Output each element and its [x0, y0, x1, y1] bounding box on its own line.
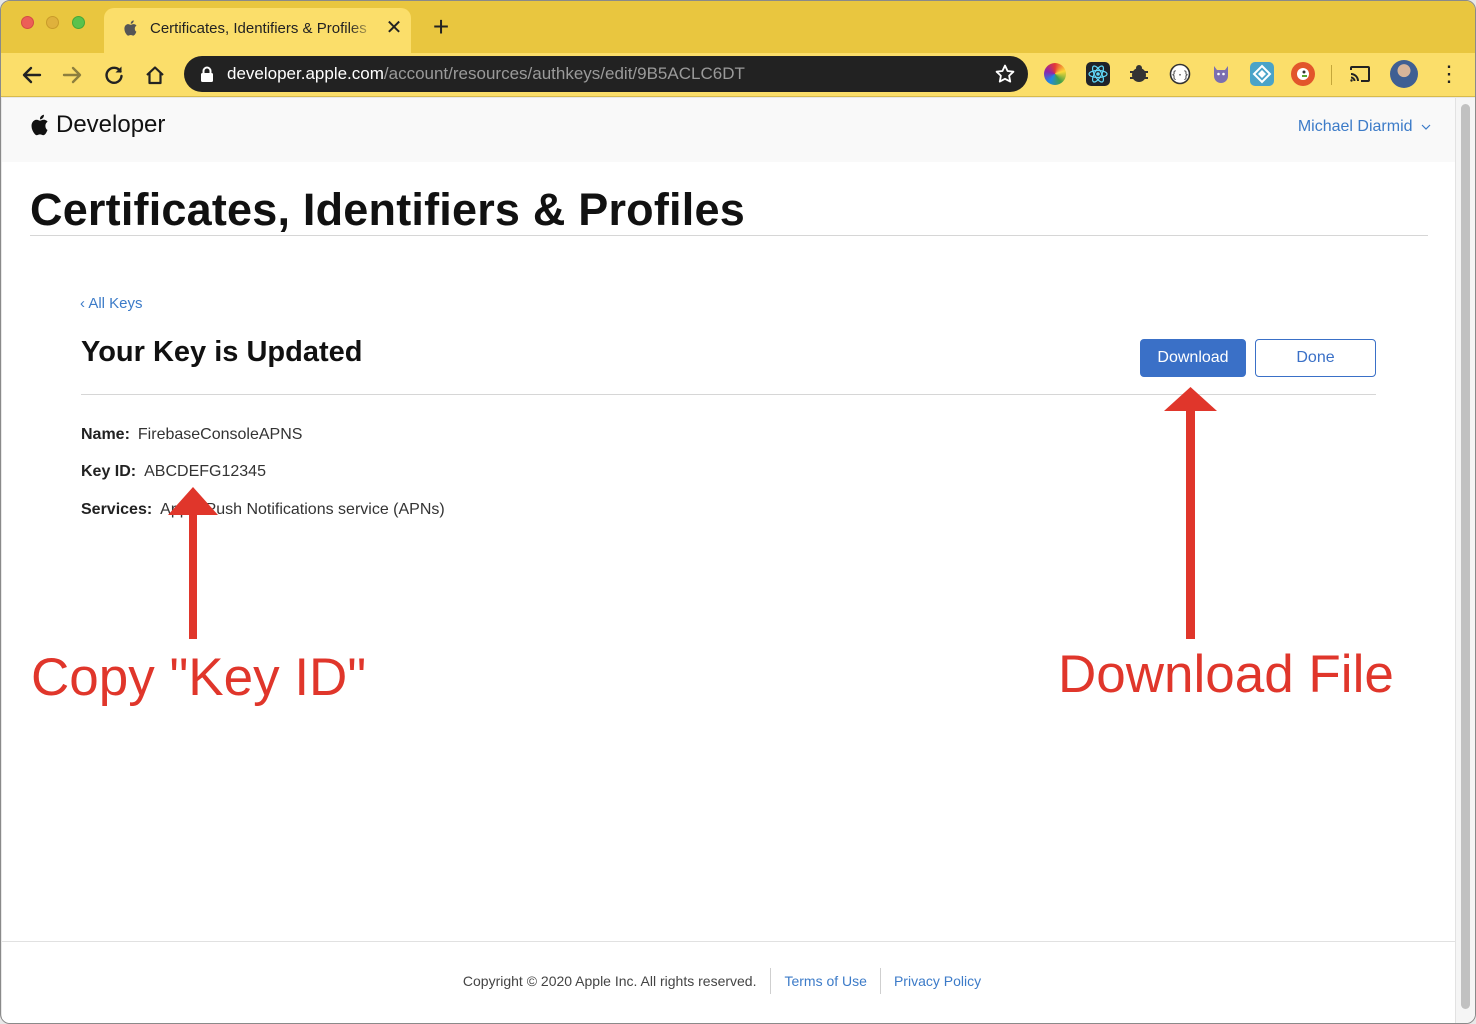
svg-text:{·}: {·}	[1171, 70, 1189, 81]
footer: Copyright © 2020 Apple Inc. All rights r…	[2, 968, 1455, 994]
download-file-annotation: Download File	[1058, 645, 1394, 704]
detail-services: Services: Apple Push Notifications servic…	[81, 501, 445, 519]
account-name: Michael Diarmid	[1297, 118, 1413, 135]
react-devtools-extension-icon[interactable]	[1086, 62, 1110, 86]
browser-toolbar: developer.apple.com/account/resources/au…	[1, 53, 1475, 97]
apple-icon	[31, 114, 48, 136]
profile-avatar[interactable]	[1390, 60, 1418, 88]
tab-title: Certificates, Identifiers & Profiles	[150, 20, 367, 37]
detail-key-id-value[interactable]: ABCDEFG12345	[144, 463, 266, 480]
copy-key-id-annotation: Copy "Key ID"	[31, 648, 367, 707]
forward-arrow-icon[interactable]	[58, 61, 86, 89]
color-picker-extension-icon[interactable]	[1044, 63, 1066, 85]
page-title: Certificates, Identifiers & Profiles	[30, 184, 745, 235]
chevron-down-icon	[1421, 124, 1431, 130]
lock-icon	[201, 66, 213, 82]
tab-active[interactable]: Certificates, Identifiers & Profiles ✕	[104, 8, 411, 53]
terms-of-use-link[interactable]: Terms of Use	[771, 968, 881, 994]
detail-services-label: Services:	[81, 501, 153, 518]
detail-name-value: FirebaseConsoleAPNS	[137, 426, 303, 443]
page-viewport: Developer Michael Diarmid Certificates, …	[2, 98, 1455, 1023]
toolbar-divider	[1331, 65, 1332, 85]
all-keys-link[interactable]: ‹ All Keys	[80, 295, 143, 312]
apple-icon	[124, 20, 137, 36]
duckduckgo-extension-icon[interactable]	[1291, 62, 1315, 86]
detail-name-label: Name:	[81, 426, 130, 443]
new-tab-button[interactable]: +	[428, 13, 454, 41]
detail-key-id: Key ID: ABCDEFG12345	[81, 463, 266, 481]
card-divider	[81, 394, 1376, 395]
page-scrollbar[interactable]	[1455, 98, 1475, 1023]
minimize-window-button[interactable]	[46, 16, 59, 29]
scrollbar-thumb[interactable]	[1461, 104, 1470, 1009]
reload-icon[interactable]	[100, 61, 128, 89]
diamond-extension-icon[interactable]	[1250, 62, 1274, 86]
back-arrow-icon[interactable]	[18, 61, 46, 89]
privacy-policy-link[interactable]: Privacy Policy	[881, 968, 994, 994]
url-path: /account/resources/authkeys/edit/9B5ACLC…	[383, 64, 745, 83]
browser-menu-icon[interactable]: ⋮	[1438, 63, 1460, 87]
global-nav: Developer Michael Diarmid	[2, 98, 1455, 162]
zoom-window-button[interactable]	[72, 16, 85, 29]
cast-icon[interactable]	[1348, 62, 1372, 86]
close-window-button[interactable]	[21, 16, 34, 29]
bug-extension-icon[interactable]	[1127, 62, 1151, 86]
title-divider	[30, 235, 1428, 236]
detail-services-value: Apple Push Notifications service (APNs)	[160, 501, 445, 518]
cat-extension-icon[interactable]	[1209, 62, 1233, 86]
browser-window: Certificates, Identifiers & Profiles ✕ +…	[0, 0, 1476, 1024]
star-icon[interactable]	[994, 63, 1016, 85]
footer-divider	[2, 941, 1455, 942]
close-tab-icon[interactable]: ✕	[384, 18, 404, 38]
home-icon[interactable]	[141, 61, 169, 89]
developer-home-link[interactable]: Developer	[29, 111, 165, 139]
copyright-text: Copyright © 2020 Apple Inc. All rights r…	[463, 968, 772, 994]
account-menu[interactable]: Michael Diarmid	[1298, 118, 1431, 136]
done-button[interactable]: Done	[1255, 339, 1376, 377]
url-text: developer.apple.com/account/resources/au…	[227, 64, 745, 84]
json-extension-icon[interactable]: {·}	[1168, 62, 1192, 86]
tab-strip: Certificates, Identifiers & Profiles ✕ +	[1, 1, 1475, 53]
address-bar[interactable]: developer.apple.com/account/resources/au…	[184, 56, 1028, 92]
detail-name: Name: FirebaseConsoleAPNS	[81, 426, 302, 444]
detail-key-id-label: Key ID:	[81, 463, 137, 480]
download-button[interactable]: Download	[1140, 339, 1246, 377]
brand-name: Developer	[56, 111, 166, 138]
url-host: developer.apple.com	[227, 64, 384, 83]
card-title: Your Key is Updated	[81, 336, 363, 368]
